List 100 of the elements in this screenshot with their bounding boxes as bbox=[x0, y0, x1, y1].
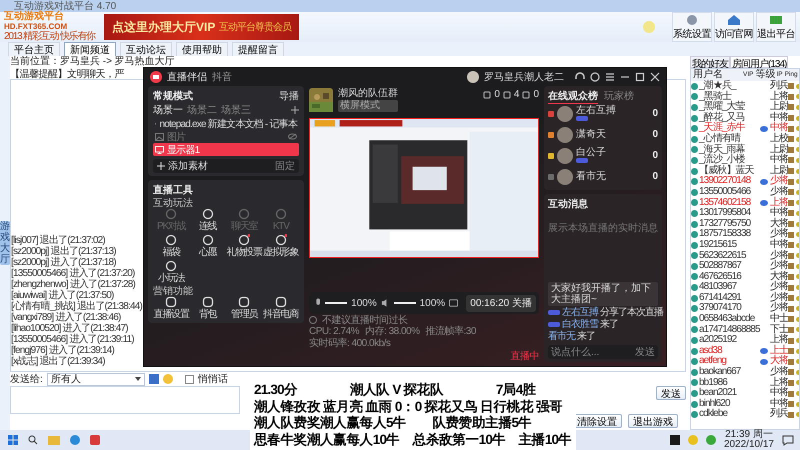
help-icon[interactable] bbox=[590, 72, 600, 82]
add-icon[interactable] bbox=[291, 106, 299, 114]
avatar-icon[interactable] bbox=[467, 71, 479, 83]
end-live-button[interactable]: 00:16:20 关播 bbox=[466, 294, 536, 312]
account-name[interactable]: 罗马皇兵潮人老二 bbox=[484, 70, 564, 84]
tool-button[interactable]: 直播设置 bbox=[153, 296, 190, 320]
column-header[interactable]: 等级 bbox=[755, 69, 776, 81]
avatar-icon[interactable] bbox=[557, 168, 573, 184]
user-name[interactable]: _天涯_赤牛 bbox=[699, 123, 760, 134]
user-name[interactable]: 18757158338 bbox=[699, 229, 760, 240]
send-button[interactable]: 发送 bbox=[656, 386, 686, 400]
nav-tab[interactable]: 新闻频道 bbox=[64, 42, 116, 56]
user-name[interactable]: baokan667 bbox=[699, 367, 760, 378]
user-name[interactable]: a2025192 bbox=[699, 335, 760, 346]
viewer-name[interactable]: 左右互搏 bbox=[576, 106, 616, 116]
avatar-icon[interactable] bbox=[557, 126, 573, 142]
user-name[interactable]: 【威秋】蓝天 bbox=[699, 166, 760, 176]
recipient-dropdown[interactable]: 所有人 bbox=[46, 372, 145, 386]
tool-button[interactable]: 管理员 bbox=[226, 296, 262, 320]
scene-tab[interactable]: 场景二 bbox=[187, 103, 217, 117]
camera-icon[interactable] bbox=[449, 299, 458, 307]
user-name[interactable]: 13550005466 bbox=[699, 186, 760, 198]
tool-button[interactable]: 礼物投票 bbox=[226, 234, 262, 258]
user-name[interactable]: _潮★兵_ bbox=[699, 81, 760, 92]
exit-button[interactable]: 退出游戏 bbox=[628, 414, 678, 428]
app-icon[interactable] bbox=[670, 435, 680, 445]
user-name[interactable]: 48103967 bbox=[699, 282, 760, 293]
side-tab[interactable]: 游戏大厅 bbox=[0, 221, 10, 265]
user-name[interactable]: a174714868885 bbox=[699, 324, 760, 336]
user-name[interactable]: asd38 bbox=[699, 346, 760, 356]
source-item[interactable]: 显示器1 bbox=[153, 143, 299, 156]
user-name[interactable]: 671414291 bbox=[699, 292, 760, 304]
message-user[interactable]: 左右互搏 bbox=[562, 305, 598, 319]
header-button[interactable]: 访问官网 bbox=[714, 12, 754, 42]
user-tab[interactable]: 房间用户(134) bbox=[730, 56, 788, 68]
user-name[interactable]: 467626516 bbox=[699, 272, 760, 282]
microphone-icon[interactable] bbox=[315, 298, 322, 308]
tool-button[interactable]: 心愿 bbox=[190, 234, 226, 258]
message-user[interactable]: 白衣胜雪 bbox=[562, 317, 598, 331]
menu-icon[interactable] bbox=[605, 72, 615, 82]
user-name[interactable]: cdklebe bbox=[699, 409, 760, 420]
nav-tab[interactable]: 提醒留言 bbox=[232, 42, 284, 56]
user-name[interactable]: 379074170 bbox=[699, 303, 760, 314]
user-name[interactable]: _流沙_小楼 bbox=[699, 155, 760, 166]
viewer-name[interactable]: 看市无 bbox=[576, 172, 606, 182]
user-name[interactable]: aetfeng bbox=[699, 356, 760, 368]
viewer-name[interactable]: 潇奇天 bbox=[576, 130, 606, 140]
viewer-tab[interactable]: 在线观众榜 bbox=[548, 88, 598, 104]
header-button[interactable]: 退出平台 bbox=[756, 12, 796, 42]
user-name[interactable]: binhl620 bbox=[699, 398, 760, 410]
maximize-icon[interactable] bbox=[635, 72, 645, 82]
user-name[interactable]: 5623622615 bbox=[699, 250, 760, 262]
tool-button[interactable]: 小玩法 bbox=[153, 260, 190, 284]
user-name[interactable]: 17327795750 bbox=[699, 218, 760, 230]
viewer-name[interactable]: 白公子 bbox=[576, 148, 606, 158]
nav-tab[interactable]: 互动论坛 bbox=[120, 42, 172, 56]
message-input[interactable] bbox=[10, 386, 240, 414]
lock-button[interactable]: 固定 bbox=[275, 159, 295, 173]
director-button[interactable]: 导播 bbox=[279, 89, 299, 103]
close-icon[interactable] bbox=[650, 72, 660, 82]
scene-tab[interactable]: 场景三 bbox=[221, 103, 251, 117]
comment-input[interactable]: 说点什么... 发送 bbox=[548, 345, 658, 359]
send-comment-button[interactable]: 发送 bbox=[635, 345, 655, 359]
vip-banner[interactable]: 点这里办理大厅VIP 互动平台尊贵会员 bbox=[104, 14, 299, 40]
add-source-button[interactable]: 添加素材 固定 bbox=[153, 159, 299, 173]
viewer-tab[interactable]: 玩家榜 bbox=[604, 89, 634, 103]
tray-icon[interactable] bbox=[706, 435, 716, 445]
tool-button[interactable]: 抖音电商 bbox=[262, 296, 299, 320]
user-name[interactable]: bb1986 bbox=[699, 378, 760, 388]
tool-button[interactable]: 福袋 bbox=[153, 234, 190, 258]
notification-icon[interactable] bbox=[782, 434, 794, 446]
tool-button[interactable]: 虚拟形象 bbox=[262, 234, 299, 258]
font-icon[interactable] bbox=[148, 374, 159, 384]
user-name[interactable]: 502887867 bbox=[699, 261, 760, 272]
user-name[interactable]: bean2021 bbox=[699, 388, 760, 399]
tool-button[interactable]: 连线 bbox=[190, 208, 226, 232]
user-name[interactable]: 13902270148 bbox=[699, 176, 760, 187]
user-name[interactable]: _心情有晴 bbox=[699, 134, 760, 145]
clock[interactable]: 21:39 周一 2022/10/17 bbox=[724, 430, 774, 450]
user-tab[interactable]: 我的好友 bbox=[690, 56, 730, 68]
user-name[interactable]: _黑曜_大莹 bbox=[699, 102, 760, 113]
user-name[interactable]: 13017995804 bbox=[699, 208, 760, 219]
avatar-icon[interactable] bbox=[557, 106, 573, 122]
whisper-checkbox[interactable] bbox=[184, 374, 194, 384]
browser-icon[interactable] bbox=[70, 435, 80, 445]
nav-tab[interactable]: 使用帮助 bbox=[176, 42, 228, 56]
nav-tab[interactable]: 平台主页 bbox=[8, 42, 60, 56]
scene-tab[interactable]: 场景一 bbox=[153, 103, 183, 117]
headset-icon[interactable] bbox=[575, 72, 585, 82]
header-button[interactable]: 系统设置 bbox=[672, 12, 712, 42]
mode-dropdown[interactable]: 常规模式 bbox=[153, 89, 193, 103]
room-title[interactable]: 潮风的队伍群 bbox=[338, 88, 398, 100]
user-name[interactable]: 13574602158 bbox=[699, 198, 760, 208]
avatar-icon[interactable] bbox=[557, 148, 573, 164]
user-name[interactable]: 0658463abcde bbox=[699, 314, 760, 325]
tool-button[interactable]: 背包 bbox=[190, 296, 226, 320]
windows-icon[interactable] bbox=[8, 435, 18, 445]
source-item[interactable]: notepad.exe 新建文本文档 - 记事本 bbox=[153, 117, 299, 130]
message-user[interactable]: 看市无 bbox=[548, 329, 575, 343]
hidden-eye-icon[interactable] bbox=[288, 133, 297, 140]
